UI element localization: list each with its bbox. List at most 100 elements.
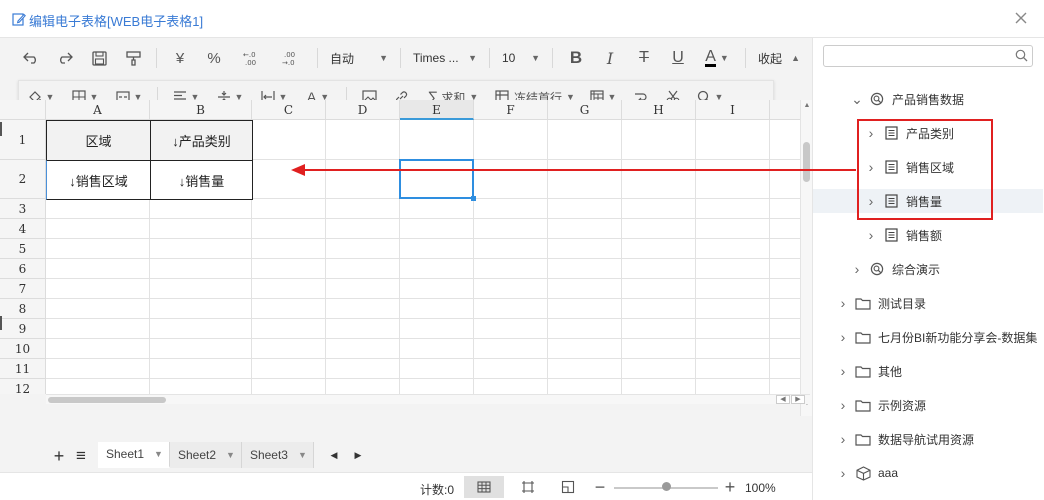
page-break-view-button[interactable] (508, 476, 548, 498)
increase-decimal-button[interactable]: ←.0.00 (231, 44, 271, 72)
selected-cell-e2[interactable] (399, 159, 474, 199)
scroll-left-icon[interactable]: ◀ (776, 395, 790, 404)
row-header-7[interactable]: 7 (0, 279, 46, 299)
normal-view-button[interactable] (464, 476, 504, 498)
strikethrough-button[interactable]: T (627, 44, 661, 72)
row-header-11[interactable]: 11 (0, 359, 46, 379)
row-header-5[interactable]: 5 (0, 239, 46, 259)
chevron-down-icon[interactable]: ▼ (226, 450, 235, 460)
scroll-right-icon[interactable]: ▶ (791, 395, 805, 404)
row-header-12[interactable]: 12 (0, 379, 46, 394)
cell-a1[interactable]: 区域 (46, 120, 151, 161)
column-header-g[interactable]: G (548, 100, 622, 120)
select-all-corner[interactable] (0, 100, 46, 120)
cell-a2[interactable]: ↓销售区域 (46, 160, 151, 200)
font-family-select[interactable]: Times ... ▼ (407, 44, 483, 72)
row-header-4[interactable]: 4 (0, 219, 46, 239)
tree-item-label: 示例资源 (878, 398, 927, 413)
chevron-right-icon[interactable]: › (836, 465, 850, 481)
chevron-right-icon[interactable]: › (836, 397, 850, 413)
chevron-right-icon[interactable]: › (836, 431, 850, 447)
collapse-toolbar-button[interactable]: 收起 ▲ (752, 44, 806, 72)
row-header-10[interactable]: 10 (0, 339, 46, 359)
row-header-1[interactable]: 1 (0, 120, 46, 160)
redo-icon[interactable] (48, 44, 82, 72)
zoom-in-icon[interactable]: + (710, 476, 750, 498)
underline-button[interactable]: U (661, 44, 695, 72)
italic-button[interactable]: I (593, 44, 627, 72)
chevron-down-icon[interactable]: ▼ (298, 450, 307, 460)
gridline-horizontal (46, 378, 800, 379)
tree-item[interactable]: › 示例资源 (836, 393, 926, 417)
tab-sheet2[interactable]: Sheet2 ▼ (169, 442, 242, 468)
column-header-e[interactable]: E (400, 100, 474, 120)
cell-b2[interactable]: ↓销售量 (150, 160, 253, 200)
gridline-horizontal (46, 218, 800, 219)
chevron-right-icon[interactable]: › (836, 295, 850, 311)
cube-icon (854, 465, 872, 481)
row-header-9[interactable]: 9 (0, 319, 46, 339)
dataset-search-input[interactable] (824, 46, 1004, 66)
prev-sheet-icon[interactable]: ◀ (322, 442, 346, 468)
scroll-up-icon[interactable]: ▲ (802, 102, 812, 109)
row-header-3[interactable]: 3 (0, 199, 46, 219)
spreadsheet-grid[interactable]: A B C D E F G H I 1 2 3 4 5 6 7 8 9 10 11 12 区域 ↓产品类别 ↓销售区域 ↓销售量 (0, 100, 800, 394)
tab-sheet1[interactable]: Sheet1 ▼ (98, 442, 170, 468)
chevron-down-icon[interactable]: ⌄ (850, 92, 864, 106)
zoom-slider-handle[interactable] (662, 482, 671, 491)
tree-item[interactable]: › 销售额 (864, 223, 942, 247)
vertical-scrollbar[interactable]: ▲ ▼ (800, 100, 812, 416)
decrease-decimal-button[interactable]: .00 →.0 (271, 44, 311, 72)
bold-button[interactable]: B (559, 44, 593, 72)
row-header-2[interactable]: 2 (0, 160, 46, 199)
column-header-d[interactable]: D (326, 100, 400, 120)
undo-icon[interactable] (14, 44, 48, 72)
row-header-8[interactable]: 8 (0, 299, 46, 319)
font-size-select[interactable]: 10 ▼ (496, 44, 546, 72)
font-color-button[interactable]: A ▼ (695, 44, 739, 72)
column-header-a[interactable]: A (46, 100, 150, 120)
currency-button[interactable]: ¥ (163, 44, 197, 72)
vertical-scroll-thumb[interactable] (803, 142, 810, 182)
tree-item[interactable]: › 数据导航试用资源 (836, 427, 974, 451)
toolbar-separator (156, 48, 157, 68)
column-header-c[interactable]: C (252, 100, 326, 120)
cell-b1[interactable]: ↓产品类别 (150, 120, 253, 161)
dataset-search[interactable] (823, 45, 1033, 67)
column-header-f[interactable]: F (474, 100, 548, 120)
chevron-down-icon[interactable]: ▼ (154, 449, 163, 459)
sheet-tab-bar: + ≡ Sheet1 ▼ Sheet2 ▼ Sheet3 ▼ ◀ ▶ (0, 442, 812, 472)
tree-item[interactable]: › 测试目录 (836, 291, 926, 315)
save-icon[interactable] (82, 44, 116, 72)
window-title: 编辑电子表格[WEB电子表格1] (12, 11, 203, 30)
format-painter-icon[interactable] (116, 44, 150, 72)
chevron-right-icon[interactable]: › (864, 227, 878, 243)
column-header-i[interactable]: I (696, 100, 770, 120)
chevron-up-icon: ▲ (791, 53, 800, 63)
tab-sheet3[interactable]: Sheet3 ▼ (241, 442, 314, 468)
column-header-h[interactable]: H (622, 100, 696, 120)
tree-item[interactable]: › 综合演示 (850, 257, 940, 281)
sheet-tab-label: Sheet1 (106, 447, 145, 461)
search-icon[interactable] (1015, 49, 1028, 65)
tree-item[interactable]: ⌄ 产品销售数据 (850, 87, 964, 111)
fill-handle[interactable] (471, 196, 476, 201)
tree-item[interactable]: › 七月份BI新功能分享会-数据集 (836, 325, 1038, 349)
sheet-list-button[interactable]: ≡ (70, 442, 92, 470)
next-sheet-icon[interactable]: ▶ (346, 442, 370, 468)
chevron-right-icon[interactable]: › (836, 329, 850, 345)
chevron-right-icon[interactable]: › (850, 261, 864, 277)
number-format-select[interactable]: 自动 ▼ (324, 44, 394, 72)
tree-item-label: 产品销售数据 (892, 92, 965, 107)
chevron-right-icon[interactable]: › (836, 363, 850, 379)
tree-item[interactable]: › aaa (836, 461, 898, 485)
horizontal-scrollbar[interactable]: ◀ ▶ (46, 394, 810, 404)
percent-button[interactable]: % (197, 44, 231, 72)
horizontal-scroll-thumb[interactable] (48, 397, 166, 403)
tree-item[interactable]: › 其他 (836, 359, 902, 383)
field-icon (882, 227, 900, 243)
column-header-b[interactable]: B (150, 100, 252, 120)
close-icon[interactable] (1014, 9, 1028, 30)
add-sheet-button[interactable]: + (48, 442, 70, 470)
row-header-6[interactable]: 6 (0, 259, 46, 279)
